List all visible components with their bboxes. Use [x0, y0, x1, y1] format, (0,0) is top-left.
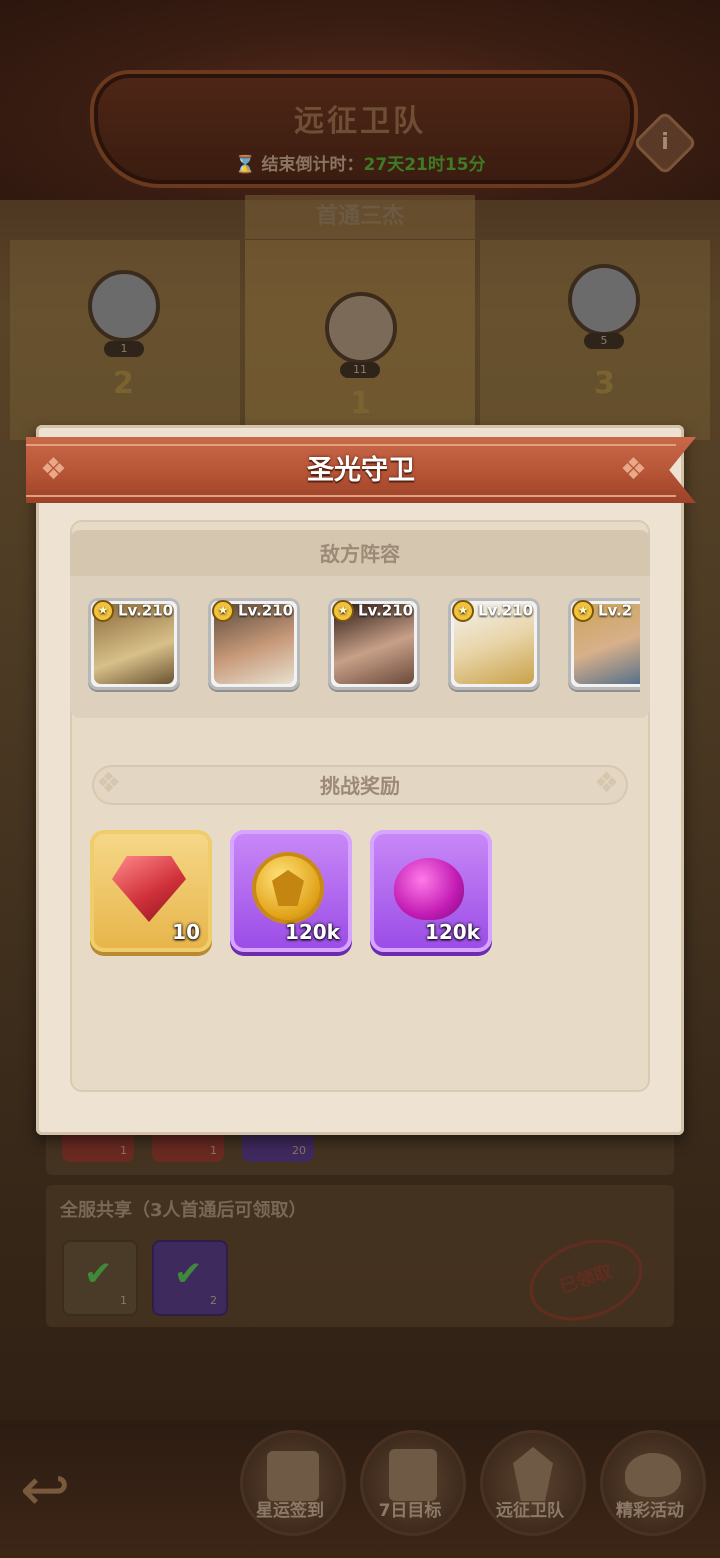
- hero-level: ★ Lv.210: [212, 600, 293, 622]
- hourglass-icon: ⌛: [234, 155, 256, 175]
- horn-icon: [625, 1453, 681, 1497]
- enemy-lineup-title: 敌方阵容: [70, 530, 650, 576]
- enemy-hero-list[interactable]: ★ Lv.210 ★ Lv.210 ★ Lv.210 ★ Lv.210 ★ Lv.2: [88, 596, 640, 696]
- ribbon-trim: [26, 444, 676, 446]
- player-avatar[interactable]: [325, 292, 397, 364]
- checkmark-icon: ✔: [174, 1254, 203, 1294]
- reward-quantity: 120k: [424, 920, 480, 944]
- hero-level: ★ Lv.2: [572, 600, 632, 622]
- back-arrow-icon: ↩: [20, 1455, 71, 1525]
- player-level-tag: 1: [104, 341, 144, 357]
- reward-item-gold-coin[interactable]: 120k: [230, 830, 352, 952]
- guard-emblem-icon: [513, 1447, 553, 1501]
- top-three-subtitle: 首通三杰: [245, 195, 475, 239]
- hero-level: ★ Lv.210: [92, 600, 173, 622]
- nav-label: 精彩活动: [616, 1501, 684, 1521]
- checkmark-icon: ✔: [84, 1254, 113, 1294]
- enemy-hero-card[interactable]: ★ Lv.2: [568, 598, 640, 690]
- event-countdown: ⌛ 结束倒计时：27天21时15分: [0, 150, 720, 175]
- enemy-hero-card[interactable]: ★ Lv.210: [88, 598, 180, 690]
- checklist-icon: [389, 1449, 437, 1501]
- reward-quantity: 120k: [284, 920, 340, 944]
- nav-label: 7日目标: [378, 1501, 442, 1521]
- reward-item-ruby[interactable]: 10: [90, 830, 212, 952]
- purple-essence-icon: [394, 858, 464, 920]
- nav-label: 星运签到: [256, 1501, 324, 1521]
- gold-coin-icon: [252, 852, 324, 924]
- server-share-label: 全服共享（3人首通后可领取）: [60, 1200, 307, 1221]
- enemy-hero-card[interactable]: ★ Lv.210: [208, 598, 300, 690]
- slot-count: 1: [210, 1144, 217, 1157]
- star-icon: ★: [452, 600, 474, 622]
- rank-number: 2: [113, 366, 134, 401]
- ruby-gem-icon: [112, 856, 186, 922]
- player-avatar[interactable]: [568, 264, 640, 336]
- event-title: 远征卫队: [294, 104, 426, 139]
- star-icon: ★: [332, 600, 354, 622]
- hero-level: ★ Lv.210: [332, 600, 413, 622]
- star-icon: ★: [572, 600, 594, 622]
- back-button[interactable]: ↩: [20, 1460, 110, 1520]
- nav-label: 远征卫队: [496, 1501, 564, 1521]
- rank-number: 1: [350, 386, 371, 421]
- player-avatar[interactable]: [88, 270, 160, 342]
- reward-title: 挑战奖励: [320, 774, 400, 798]
- hero-level: ★ Lv.210: [452, 600, 533, 622]
- slot-count: 1: [120, 1294, 127, 1307]
- calendar-icon: [267, 1451, 319, 1501]
- slot-count: 20: [292, 1144, 306, 1157]
- star-icon: ★: [92, 600, 114, 622]
- slot-count: 2: [210, 1294, 217, 1307]
- info-icon: i: [661, 130, 669, 155]
- rank-number: 3: [594, 366, 615, 401]
- player-level-tag: 5: [584, 333, 624, 349]
- modal-title: 圣光守卫: [307, 455, 415, 486]
- star-icon: ★: [212, 600, 234, 622]
- countdown-label: 结束倒计时：: [261, 155, 364, 175]
- reward-quantity: 10: [172, 920, 200, 944]
- player-level-tag: 11: [340, 362, 380, 378]
- coin-emblem-icon: [272, 870, 304, 906]
- ribbon-trim: [26, 495, 676, 497]
- countdown-value: 27天21时15分: [363, 155, 486, 175]
- enemy-hero-card[interactable]: ★ Lv.210: [328, 598, 420, 690]
- reward-item-essence[interactable]: 120k: [370, 830, 492, 952]
- enemy-hero-card[interactable]: ★ Lv.210: [448, 598, 540, 690]
- slot-count: 1: [120, 1144, 127, 1157]
